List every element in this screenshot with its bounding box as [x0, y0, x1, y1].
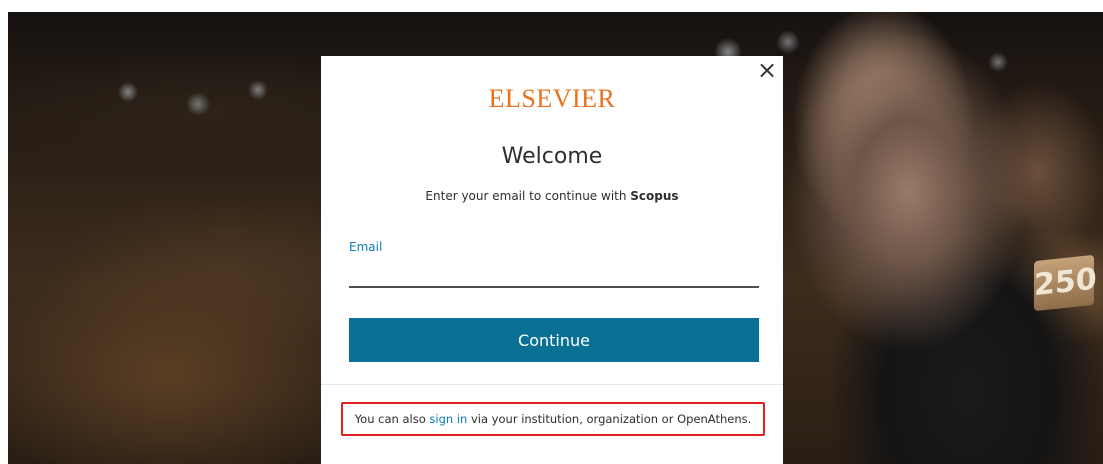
seat-number-sign: 250: [1034, 254, 1097, 312]
email-input[interactable]: [349, 258, 759, 288]
close-icon[interactable]: ×: [755, 58, 779, 82]
sign-in-link[interactable]: sign in: [429, 412, 467, 426]
divider: [321, 384, 783, 385]
alt-signin-prefix: You can also: [354, 412, 430, 426]
product-name: Scopus: [630, 189, 679, 203]
dialog-subtitle: Enter your email to continue with Scopus: [321, 189, 783, 203]
continue-button[interactable]: Continue: [349, 318, 759, 362]
email-label: Email: [349, 240, 383, 254]
sign-in-dialog: × ELSEVIER Welcome Enter your email to c…: [321, 56, 783, 464]
elsevier-logo: ELSEVIER: [488, 84, 616, 113]
alt-signin-suffix: via your institution, organization or Op…: [467, 412, 752, 426]
dialog-title: Welcome: [501, 144, 603, 169]
institution-sign-in-notice: You can also sign in via your institutio…: [341, 402, 765, 436]
subtitle-prefix: Enter your email to continue with: [425, 189, 631, 203]
